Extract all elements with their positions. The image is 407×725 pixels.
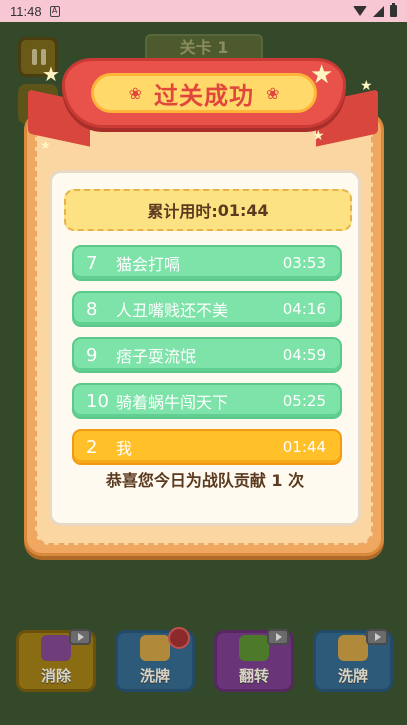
player-name: 我 bbox=[116, 439, 133, 458]
tool-label: 消除 bbox=[40, 667, 71, 685]
status-time: 11:48 bbox=[10, 3, 42, 19]
tool-label: 洗牌 bbox=[337, 667, 368, 685]
flip-icon bbox=[239, 635, 269, 661]
eliminate-icon bbox=[41, 635, 71, 661]
signal-icon bbox=[373, 5, 384, 17]
battery-icon bbox=[390, 3, 397, 17]
shuffle-icon bbox=[140, 635, 170, 661]
shuffle-tool-button-2[interactable]: 洗牌 bbox=[313, 629, 393, 692]
shuffle-icon bbox=[338, 635, 368, 661]
congrats-text: 恭喜您今日为战队贡献 1 次 bbox=[105, 471, 305, 490]
tool-bar: 消除 洗牌 翻转 洗牌 bbox=[0, 627, 407, 700]
star-icon: ★ bbox=[360, 78, 373, 94]
title-plate: ❀ 过关成功 ❀ bbox=[91, 73, 317, 113]
status-bar: 11:48 A bbox=[0, 0, 407, 22]
shuffle-tool-button[interactable]: 洗牌 bbox=[115, 627, 195, 692]
player-name: 人丑嘴贱还不美 bbox=[116, 301, 229, 320]
leaderboard-row: 9 痞子耍流氓 04:59 bbox=[72, 337, 342, 373]
total-time-value: 01:44 bbox=[217, 200, 269, 220]
tool-label: 洗牌 bbox=[139, 667, 170, 685]
player-time: 01:44 bbox=[282, 438, 326, 456]
star-icon: ★ bbox=[310, 60, 334, 90]
dialog-title: 过关成功 bbox=[154, 81, 254, 110]
player-name: 猫会打嗝 bbox=[116, 255, 181, 274]
total-time-label: 累计用时: bbox=[147, 202, 218, 221]
title-ribbon: ❀ 过关成功 ❀ bbox=[62, 58, 346, 128]
star-icon: ★ bbox=[42, 62, 60, 86]
self-rank-row: 2 我 01:44 bbox=[72, 429, 342, 465]
tool-label: 翻转 bbox=[238, 667, 269, 685]
leaderboard-row: 8 人丑嘴贱还不美 04:16 bbox=[72, 291, 342, 327]
player-time: 05:25 bbox=[282, 392, 326, 410]
rank-number: 10 bbox=[86, 390, 109, 412]
leaderboard-row: 10 骑着蜗牛闯天下 05:25 bbox=[72, 383, 342, 419]
player-name: 痞子耍流氓 bbox=[116, 347, 197, 366]
rank-number: 2 bbox=[86, 436, 98, 458]
player-time: 04:59 bbox=[282, 346, 326, 364]
level-complete-dialog: 累计用时: 01:44 7 猫会打嗝 03:53 8 人丑嘴贱还不美 04:16… bbox=[24, 112, 384, 556]
flip-tool-button[interactable]: 翻转 bbox=[214, 629, 294, 692]
player-time: 03:53 bbox=[282, 254, 326, 272]
rank-number: 9 bbox=[86, 344, 98, 366]
player-name: 骑着蜗牛闯天下 bbox=[116, 393, 229, 412]
rank-number: 8 bbox=[86, 298, 98, 320]
share-badge-icon bbox=[168, 627, 190, 649]
rank-number: 7 bbox=[86, 252, 98, 274]
paw-icon: ❀ bbox=[128, 83, 142, 103]
paw-icon: ❀ bbox=[266, 83, 280, 103]
video-ad-icon bbox=[69, 629, 91, 645]
star-icon: ★ bbox=[312, 128, 325, 144]
star-icon: ★ bbox=[40, 138, 51, 152]
sim-card-icon: A bbox=[49, 5, 60, 17]
total-time-box: 累计用时: 01:44 bbox=[64, 189, 352, 231]
leaderboard-row: 7 猫会打嗝 03:53 bbox=[72, 245, 342, 281]
video-ad-icon bbox=[267, 629, 289, 645]
eliminate-tool-button[interactable]: 消除 bbox=[16, 629, 96, 692]
player-time: 04:16 bbox=[282, 300, 326, 318]
results-panel: 累计用时: 01:44 7 猫会打嗝 03:53 8 人丑嘴贱还不美 04:16… bbox=[49, 170, 361, 526]
wifi-icon bbox=[353, 6, 367, 16]
video-ad-icon bbox=[366, 629, 388, 645]
